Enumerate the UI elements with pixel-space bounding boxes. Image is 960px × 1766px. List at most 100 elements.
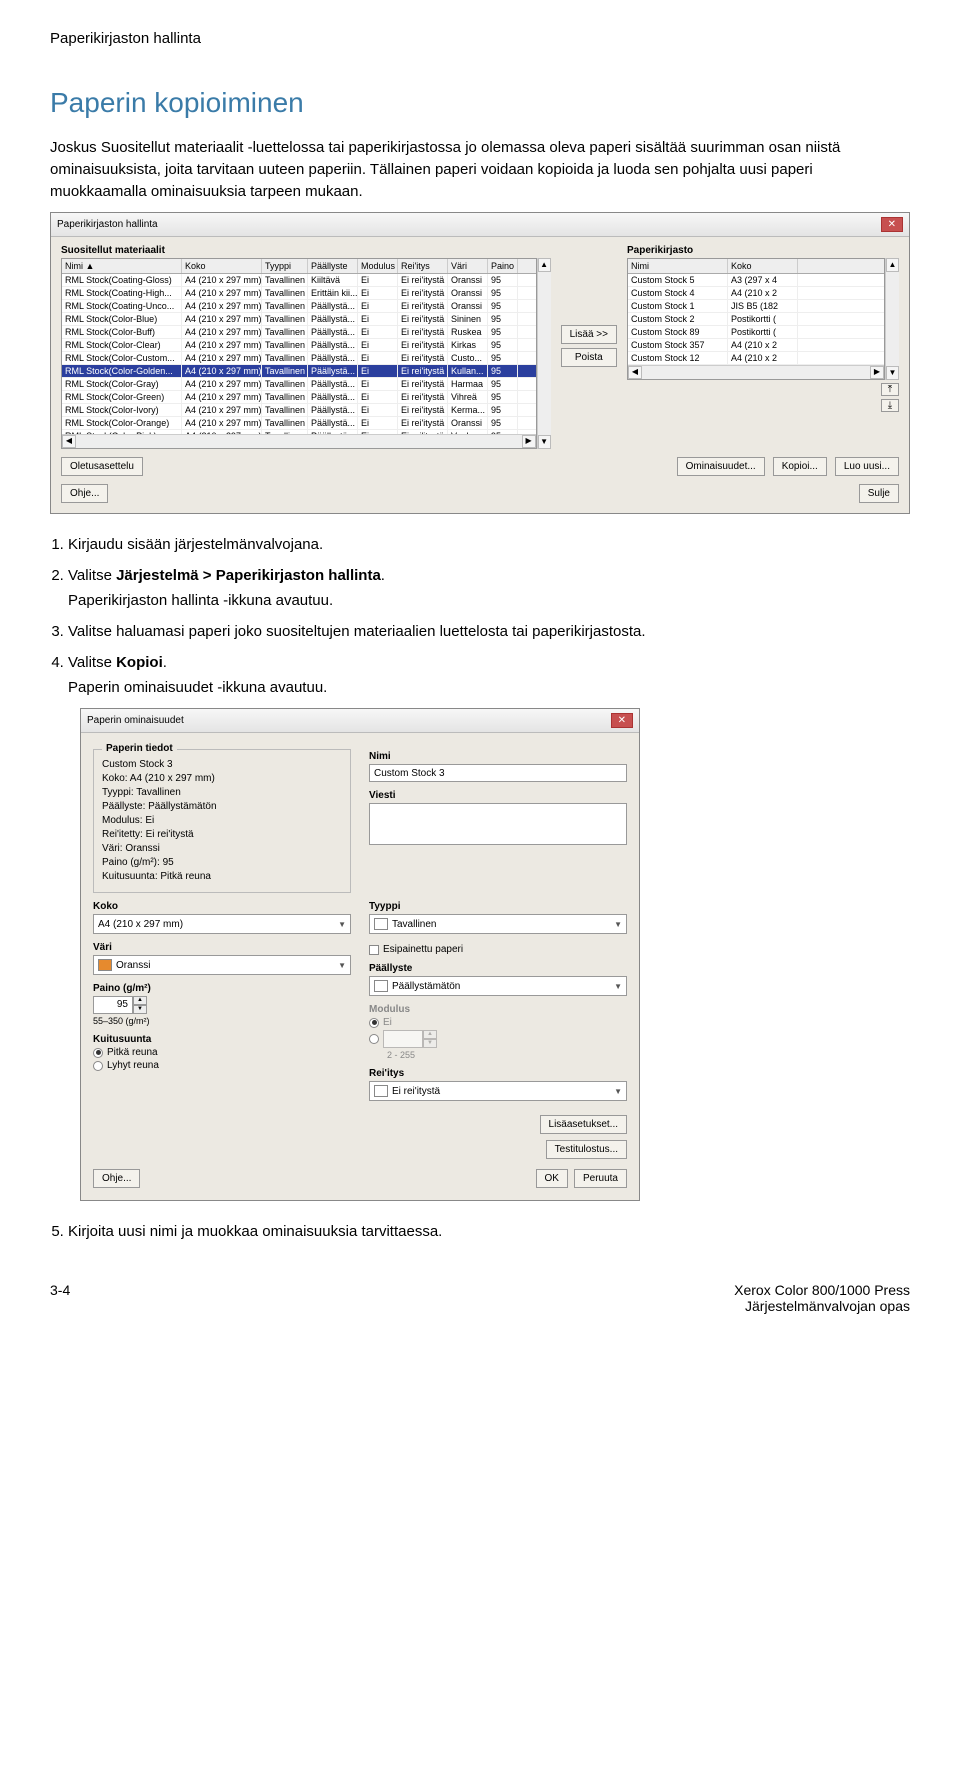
color-swatch-icon xyxy=(98,959,112,971)
weight-label: Paino (g/m²) xyxy=(93,983,351,994)
table-row[interactable]: RML Stock(Color-Golden...A4 (210 x 297 m… xyxy=(62,365,536,378)
help-button[interactable]: Ohje... xyxy=(93,1169,140,1188)
info-name: Custom Stock 3 xyxy=(102,758,342,772)
punch-swatch-icon xyxy=(374,1085,388,1097)
info-weight: Paino (g/m²): 95 xyxy=(102,856,342,870)
dialog2-title: Paperin ominaisuudet xyxy=(87,715,184,726)
help-button[interactable]: Ohje... xyxy=(61,484,108,503)
step-5: Kirjoita uusi nimi ja muokkaa ominaisuuk… xyxy=(68,1221,910,1242)
table-row[interactable]: RML Stock(Color-Gray)A4 (210 x 297 mm)Ta… xyxy=(62,378,536,391)
orient-long-radio[interactable]: Pitkä reuna xyxy=(93,1047,351,1058)
color-dropdown[interactable]: Oranssi▼ xyxy=(93,955,351,975)
running-header: Paperikirjaston hallinta xyxy=(50,30,910,47)
new-button[interactable]: Luo uusi... xyxy=(835,457,899,476)
color-label: Väri xyxy=(93,942,351,953)
name-label: Nimi xyxy=(369,751,627,762)
chevron-down-icon[interactable]: ▼ xyxy=(133,1005,147,1014)
chevron-down-icon: ▼ xyxy=(614,920,622,929)
modulus-label: Modulus xyxy=(369,1004,627,1015)
table-row[interactable]: RML Stock(Color-Custom...A4 (210 x 297 m… xyxy=(62,352,536,365)
default-layout-button[interactable]: Oletusasettelu xyxy=(61,457,143,476)
message-textarea[interactable] xyxy=(369,803,627,845)
close-icon[interactable]: ✕ xyxy=(611,713,633,728)
product-name: Xerox Color 800/1000 Press xyxy=(734,1282,910,1298)
move-bottom-icon[interactable]: ⤓ xyxy=(881,399,899,412)
recommended-label: Suositellut materiaalit xyxy=(61,245,551,256)
table-row[interactable]: RML Stock(Color-Pink)A4 (210 x 297 mm)Ta… xyxy=(62,430,536,434)
ok-button[interactable]: OK xyxy=(536,1169,568,1188)
h-scrollbar[interactable]: ◀▶ xyxy=(62,434,536,448)
table-row[interactable]: RML Stock(Coating-Unco...A4 (210 x 297 m… xyxy=(62,300,536,313)
table-row[interactable]: Custom Stock 89Postikortti ( xyxy=(628,326,884,339)
chevron-up-icon[interactable]: ▲ xyxy=(133,996,147,1005)
dialog-paper-library: Paperikirjaston hallinta ✕ Suositellut m… xyxy=(50,212,910,514)
step-3: Valitse haluamasi paperi joko suositeltu… xyxy=(68,621,910,642)
intro-paragraph: Joskus Suositellut materiaalit -luettelo… xyxy=(50,137,910,202)
info-size: Koko: A4 (210 x 297 mm) xyxy=(102,772,342,786)
h-scrollbar-right[interactable]: ◀▶ xyxy=(628,365,884,379)
step-2: Valitse Järjestelmä > Paperikirjaston ha… xyxy=(68,565,910,611)
orientation-label: Kuitusuunta xyxy=(93,1034,351,1045)
testprint-button[interactable]: Testitulostus... xyxy=(546,1140,627,1159)
table-row[interactable]: Custom Stock 12A4 (210 x 2 xyxy=(628,352,884,365)
section-title: Paperin kopioiminen xyxy=(50,87,910,119)
preprinted-checkbox[interactable]: Esipainettu paperi xyxy=(369,944,627,955)
table-row[interactable]: RML Stock(Color-Green)A4 (210 x 297 mm)T… xyxy=(62,391,536,404)
type-swatch-icon xyxy=(374,918,388,930)
dialog-paper-properties: Paperin ominaisuudet ✕ Paperin tiedot Cu… xyxy=(80,708,640,1201)
size-dropdown[interactable]: A4 (210 x 297 mm)▼ xyxy=(93,914,351,934)
v-scrollbar[interactable]: ▲▼ xyxy=(537,258,551,449)
table-row[interactable]: RML Stock(Color-Buff)A4 (210 x 297 mm)Ta… xyxy=(62,326,536,339)
info-orient: Kuitusuunta: Pitkä reuna xyxy=(102,870,342,884)
remove-button[interactable]: Poista xyxy=(561,348,617,367)
coat-label: Päällyste xyxy=(369,963,627,974)
orient-short-radio[interactable]: Lyhyt reuna xyxy=(93,1060,351,1071)
chevron-down-icon: ▼ xyxy=(338,920,346,929)
chevron-down-icon: ▼ xyxy=(614,982,622,991)
weight-range: 55–350 (g/m²) xyxy=(93,1016,351,1026)
table-row[interactable]: Custom Stock 1JIS B5 (182 xyxy=(628,300,884,313)
type-label: Tyyppi xyxy=(369,901,627,912)
guide-name: Järjestelmänvalvojan opas xyxy=(734,1298,910,1314)
table-row[interactable]: RML Stock(Color-Clear)A4 (210 x 297 mm)T… xyxy=(62,339,536,352)
coat-dropdown[interactable]: Päällystämätön▼ xyxy=(369,976,627,996)
info-type: Tyyppi: Tavallinen xyxy=(102,786,342,800)
table-row[interactable]: RML Stock(Color-Ivory)A4 (210 x 297 mm)T… xyxy=(62,404,536,417)
chevron-down-icon: ▼ xyxy=(614,1087,622,1096)
advanced-button[interactable]: Lisäasetukset... xyxy=(540,1115,627,1134)
table-row[interactable]: Custom Stock 2Postikortti ( xyxy=(628,313,884,326)
dialog-title-text: Paperikirjaston hallinta xyxy=(57,219,158,230)
name-input[interactable]: Custom Stock 3 xyxy=(369,764,627,782)
modulus-range: 2 - 255 xyxy=(387,1050,627,1060)
table-row[interactable]: RML Stock(Color-Orange)A4 (210 x 297 mm)… xyxy=(62,417,536,430)
table-row[interactable]: RML Stock(Coating-High...A4 (210 x 297 m… xyxy=(62,287,536,300)
v-scrollbar-right[interactable]: ▲▼ xyxy=(885,258,899,380)
add-button[interactable]: Lisää >> xyxy=(561,325,617,344)
close-button[interactable]: Sulje xyxy=(859,484,899,503)
table-row[interactable]: Custom Stock 4A4 (210 x 2 xyxy=(628,287,884,300)
step-1: Kirjaudu sisään järjestelmänvalvojana. xyxy=(68,534,910,555)
copy-button[interactable]: Kopioi... xyxy=(773,457,827,476)
table-row[interactable]: Custom Stock 5A3 (297 x 4 xyxy=(628,274,884,287)
library-table[interactable]: NimiKoko Custom Stock 5A3 (297 x 4Custom… xyxy=(627,258,885,380)
modulus-yes-radio: ▲▼ xyxy=(369,1030,627,1048)
info-coat: Päällyste: Päällystämätön xyxy=(102,800,342,814)
cancel-button[interactable]: Peruuta xyxy=(574,1169,627,1188)
punch-label: Rei'itys xyxy=(369,1068,627,1079)
weight-spinner[interactable]: 95 ▲▼ xyxy=(93,996,351,1014)
punch-dropdown[interactable]: Ei rei'itystä▼ xyxy=(369,1081,627,1101)
table-row[interactable]: RML Stock(Coating-Gloss)A4 (210 x 297 mm… xyxy=(62,274,536,287)
table-row[interactable]: RML Stock(Color-Blue)A4 (210 x 297 mm)Ta… xyxy=(62,313,536,326)
library-label: Paperikirjasto xyxy=(627,245,899,256)
table-row[interactable]: Custom Stock 357A4 (210 x 2 xyxy=(628,339,884,352)
size-label: Koko xyxy=(93,901,351,912)
info-color: Väri: Oranssi xyxy=(102,842,342,856)
properties-button[interactable]: Ominaisuudet... xyxy=(677,457,765,476)
modulus-no-radio: Ei xyxy=(369,1017,627,1028)
info-mod: Modulus: Ei xyxy=(102,814,342,828)
recommended-table[interactable]: Nimi ▲KokoTyyppiPäällysteModulusRei'itys… xyxy=(61,258,537,449)
move-top-icon[interactable]: ⤒ xyxy=(881,383,899,396)
step-4: Valitse Kopioi. Paperin ominaisuudet -ik… xyxy=(68,652,910,698)
close-icon[interactable]: ✕ xyxy=(881,217,903,232)
type-dropdown[interactable]: Tavallinen▼ xyxy=(369,914,627,934)
